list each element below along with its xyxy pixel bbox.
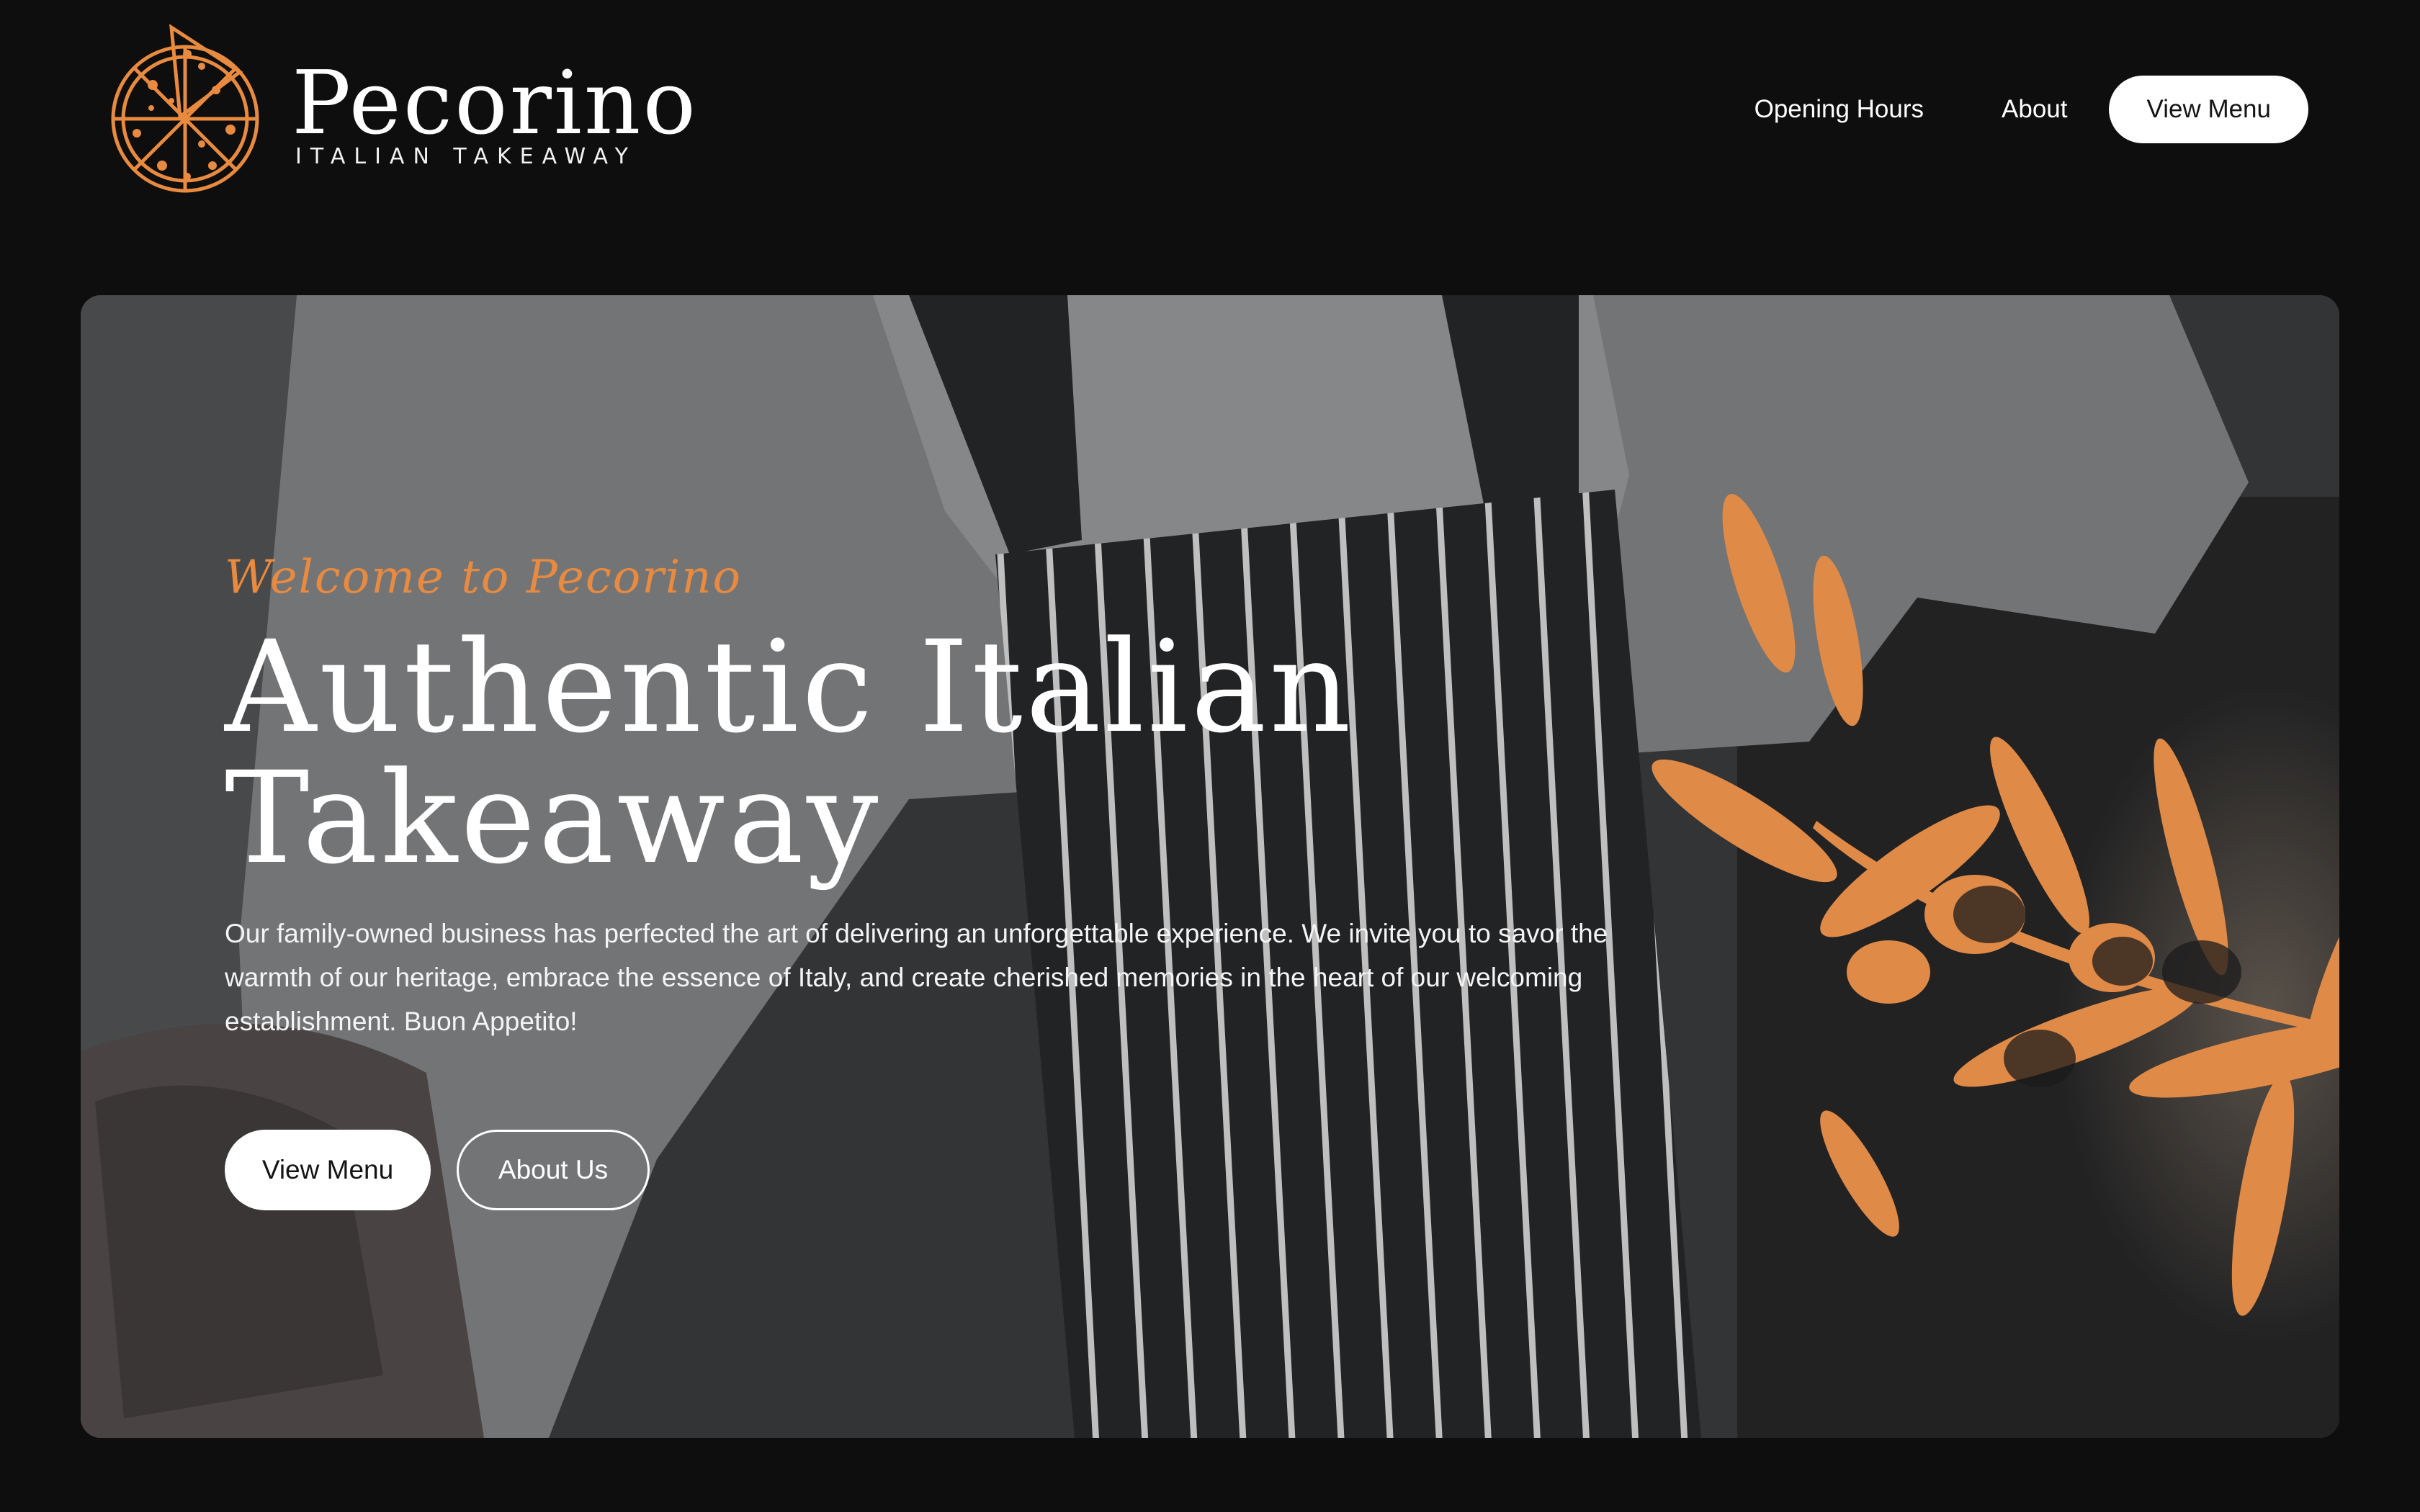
- about-us-button[interactable]: About Us: [457, 1130, 650, 1210]
- site-header: Pecorino ITALIAN TAKEAWAY Opening Hours …: [0, 0, 2420, 238]
- nav-about[interactable]: About: [2002, 95, 2067, 124]
- hero-cta-row: View Menu About Us: [225, 1130, 1809, 1210]
- home-logo-link[interactable]: Pecorino ITALIAN TAKEAWAY: [108, 22, 696, 202]
- main-nav: Opening Hours About View Menu: [1754, 76, 2308, 143]
- nav-view-menu-button[interactable]: View Menu: [2109, 76, 2308, 143]
- page: Pecorino ITALIAN TAKEAWAY Opening Hours …: [0, 0, 2420, 1512]
- hero-eyebrow: Welcome to Pecorino: [225, 551, 743, 604]
- hero-content: Welcome to Pecorino Authentic Italian Ta…: [225, 554, 1809, 1210]
- view-menu-button[interactable]: View Menu: [225, 1130, 431, 1210]
- brand-name: Pecorino: [292, 52, 698, 154]
- pizza-icon: [111, 24, 259, 193]
- hero-intro-text: Our family-owned business has perfected …: [225, 919, 1608, 1036]
- brand-tagline: ITALIAN TAKEAWAY: [295, 144, 637, 169]
- hero-headline: Authentic Italian Takeaway: [225, 613, 1354, 892]
- hero-section: Welcome to Pecorino Authentic Italian Ta…: [81, 295, 2339, 1438]
- nav-opening-hours[interactable]: Opening Hours: [1754, 95, 1924, 124]
